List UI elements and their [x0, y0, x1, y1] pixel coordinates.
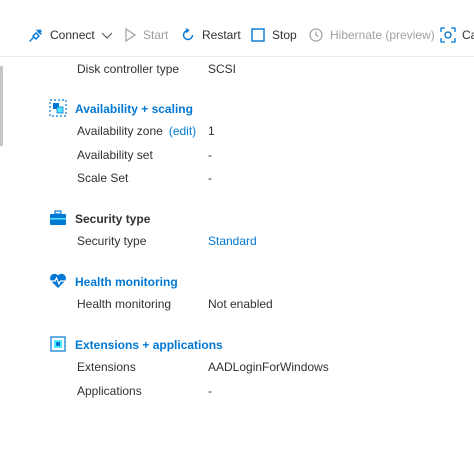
health-title[interactable]: Health monitoring	[75, 275, 178, 289]
extensions-icon	[49, 335, 67, 356]
extensions-section-header: Extensions + applications	[49, 335, 223, 355]
health-monitoring-value: Not enabled	[208, 297, 273, 311]
availability-zone-value: 1	[208, 124, 215, 138]
scale-set-label: Scale Set	[77, 171, 129, 185]
health-section-header: Health monitoring	[49, 272, 178, 292]
restart-button[interactable]: Restart	[180, 22, 241, 48]
briefcase-icon	[49, 209, 67, 230]
connect-label: Connect	[50, 28, 95, 42]
disk-controller-label: Disk controller type	[77, 62, 180, 76]
availability-title[interactable]: Availability + scaling	[75, 102, 193, 116]
plug-icon	[28, 27, 44, 43]
connect-button[interactable]: Connect	[28, 22, 113, 48]
availability-section-header: Availability + scaling	[49, 98, 193, 120]
restart-icon	[180, 27, 196, 43]
play-icon	[123, 28, 137, 42]
availability-icon	[49, 98, 67, 120]
start-button[interactable]: Start	[123, 22, 168, 48]
hibernate-button[interactable]: Hibernate (preview)	[308, 22, 435, 48]
security-section-header: Security type	[49, 209, 150, 229]
availability-set-value: -	[208, 148, 212, 162]
security-type-value-link[interactable]: Standard	[208, 233, 257, 249]
stop-icon	[250, 27, 266, 43]
clock-icon	[308, 27, 324, 43]
health-monitoring-label: Health monitoring	[77, 297, 172, 311]
stop-label: Stop	[272, 28, 297, 42]
applications-label: Applications	[77, 384, 142, 398]
security-title: Security type	[75, 212, 151, 226]
extensions-value: AADLoginForWindows	[208, 360, 329, 374]
capture-button[interactable]: Ca	[440, 22, 474, 48]
scrollbar[interactable]	[0, 66, 3, 146]
hibernate-label: Hibernate (preview)	[330, 28, 435, 42]
security-type-label: Security type	[77, 234, 147, 248]
scale-set-value: -	[208, 171, 212, 185]
disk-controller-value: SCSI	[208, 62, 237, 76]
extensions-title[interactable]: Extensions + applications	[75, 338, 223, 352]
command-bar: Connect Start Restart Stop Hibernate (pr…	[0, 22, 474, 48]
toolbar-divider	[0, 56, 474, 57]
availability-set-label: Availability set	[77, 148, 153, 162]
stop-button[interactable]: Stop	[250, 22, 297, 48]
chevron-down-icon	[101, 29, 113, 41]
availability-zone-edit-link[interactable]: (edit)	[169, 124, 196, 138]
extensions-label: Extensions	[77, 360, 136, 374]
capture-icon	[440, 27, 456, 43]
capture-label: Ca	[462, 28, 474, 42]
applications-value: -	[208, 384, 212, 398]
start-label: Start	[143, 28, 169, 42]
heart-monitor-icon	[49, 272, 67, 293]
restart-label: Restart	[202, 28, 241, 42]
availability-zone-label: Availability zone (edit)	[77, 124, 197, 138]
